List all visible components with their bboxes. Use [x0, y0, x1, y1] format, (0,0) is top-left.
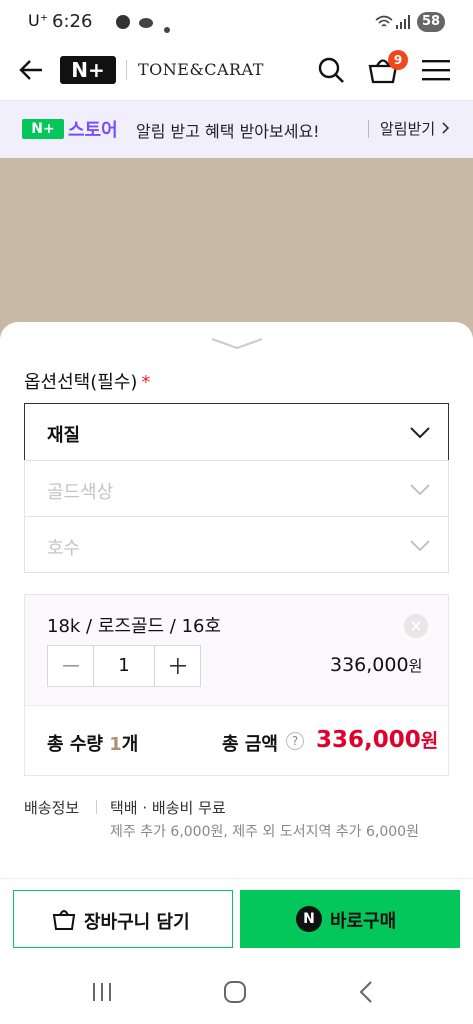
subscribe-alerts-link[interactable]: 알림받기 [380, 118, 450, 139]
store-label: 스토어 [68, 120, 118, 141]
clock: 6:26 [52, 11, 93, 32]
shipping-note: 제주 추가 6,000원, 제주 외 도서지역 추가 6,000원 [110, 824, 419, 840]
buy-now-button[interactable]: N 바로구매 [240, 890, 460, 948]
option-title: 옵션선택(필수) * [24, 372, 151, 393]
naver-plus-logo[interactable]: N+ [60, 56, 116, 84]
decrease-quantity-button[interactable] [48, 646, 94, 686]
selected-option-name: 18k / 로즈골드 / 16호 [47, 616, 222, 637]
quantity-value[interactable]: 1 [94, 646, 154, 686]
shipping-divider [96, 800, 97, 814]
naver-pay-icon: N [296, 906, 322, 932]
totals-divider [25, 705, 448, 706]
sheet-collapse-handle[interactable] [210, 336, 264, 355]
plus-icon [169, 658, 186, 674]
material-select[interactable]: 재질 [24, 403, 449, 461]
battery-indicator: 58 [417, 12, 445, 32]
search-icon[interactable] [317, 56, 345, 88]
total-amount-label: 총 금액 [222, 734, 278, 755]
cloud-icon [138, 14, 154, 33]
minus-icon [62, 665, 79, 667]
cart-count-badge: 9 [388, 50, 408, 70]
gold-color-select[interactable]: 골드색상 [24, 460, 449, 517]
chevron-down-icon [410, 424, 430, 443]
recent-apps-icon[interactable] [92, 982, 112, 1006]
arrow-left-icon[interactable] [18, 57, 44, 87]
add-to-cart-button[interactable]: 장바구니 담기 [13, 890, 233, 948]
close-icon [411, 621, 421, 631]
remove-option-button[interactable] [404, 614, 428, 638]
increase-quantity-button[interactable] [154, 646, 200, 686]
signal-icon [396, 14, 410, 33]
dot-icon [164, 18, 170, 37]
wifi-icon [375, 14, 393, 33]
product-image [0, 158, 473, 338]
home-icon[interactable] [223, 980, 247, 1008]
status-bar: U⁺ 6:26 58 [0, 0, 473, 44]
shipping-value: 택배 · 배송비 무료 [110, 799, 226, 817]
required-mark: * [141, 372, 151, 393]
banner-divider [368, 120, 369, 138]
actions-divider [0, 878, 473, 879]
naver-plus-mini-logo: N+ [22, 119, 64, 139]
banner-message: 알림 받고 혜택 받아보세요! [136, 122, 320, 141]
chevron-down-icon [410, 481, 430, 500]
shopping-bag-icon [52, 907, 76, 935]
messenger-icon [116, 14, 130, 33]
menu-icon[interactable] [422, 58, 450, 86]
brand-name[interactable]: TONE&CARAT [138, 60, 264, 79]
brand-divider [126, 60, 127, 80]
app-header: N+ TONE&CARAT 9 [0, 44, 473, 100]
system-navigation-bar [0, 960, 473, 1024]
size-select[interactable]: 호수 [24, 516, 449, 573]
total-amount: 336,000원 [316, 727, 439, 753]
chevron-down-icon [410, 537, 430, 556]
carrier-label: U⁺ [28, 11, 49, 30]
chevron-right-icon [442, 122, 450, 134]
help-icon[interactable]: ? [286, 732, 304, 750]
back-icon[interactable] [358, 980, 374, 1008]
total-quantity: 총 수량 1개 [47, 734, 139, 755]
shipping-label: 배송정보 [24, 799, 80, 817]
option-price: 336,000원 [330, 654, 423, 676]
quantity-stepper: 1 [47, 645, 201, 687]
